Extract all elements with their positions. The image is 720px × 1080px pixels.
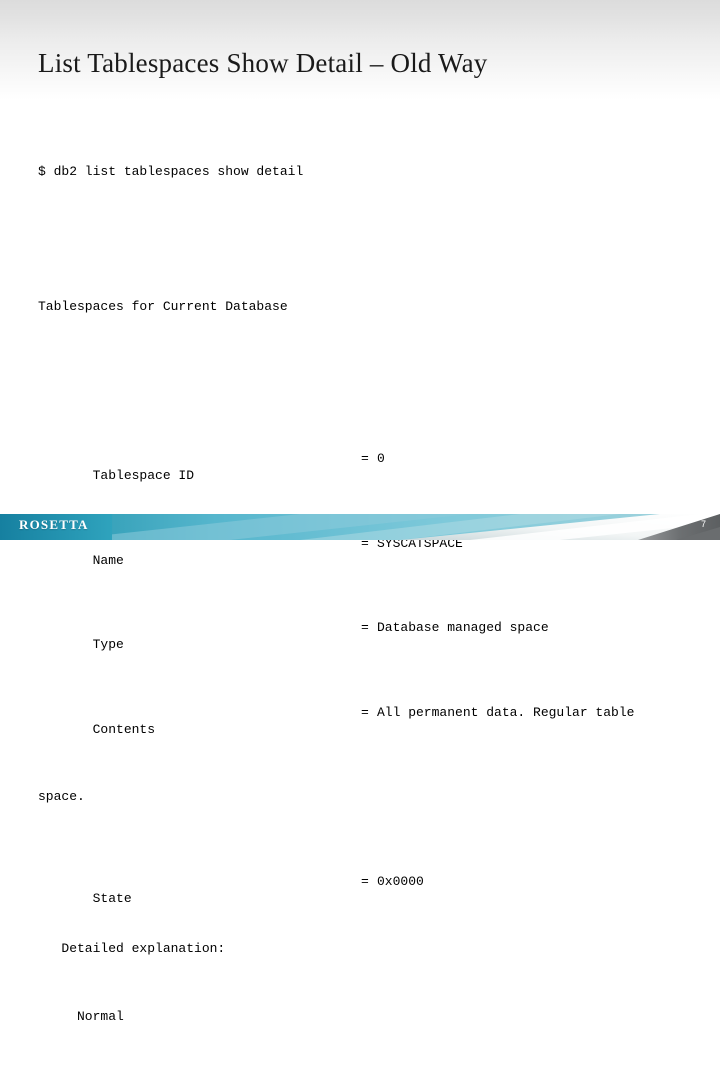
row-equals: =	[361, 620, 369, 636]
console-blank-line-2	[38, 367, 710, 384]
command-line: $ db2 list tablespaces show detail	[38, 163, 304, 179]
console-blank-line-1	[38, 231, 710, 248]
row-key: State	[84, 890, 132, 906]
detailed-explanation-value: Normal	[38, 1008, 124, 1024]
row-equals: =	[361, 873, 369, 889]
page-title: List Tablespaces Show Detail – Old Way	[38, 48, 488, 78]
row-key: Tablespace ID	[84, 468, 195, 483]
detailed-explanation-label: Detailed explanation:	[38, 941, 226, 957]
table-row: Contents = All permanent data. Regular t…	[38, 704, 710, 737]
row-equals: =	[361, 451, 369, 467]
slide-footer: ROSETTA 7	[0, 509, 720, 540]
console-banner: Tablespaces for Current Database	[38, 298, 288, 314]
row-value: All permanent data. Regular table	[377, 704, 635, 720]
row-value-wrap: space.	[38, 789, 85, 805]
table-row: State = 0x0000	[38, 873, 710, 906]
console-output-block: $ db2 list tablespaces show detail Table…	[38, 113, 710, 1080]
rosetta-logo: ROSETTA	[19, 517, 89, 532]
table-row: Type = Database managed space	[38, 620, 710, 652]
table-row: Tablespace ID = 0	[38, 451, 710, 483]
row-value: 0	[377, 451, 385, 467]
slide-canvas: List Tablespaces Show Detail – Old Way $…	[0, 0, 720, 1024]
page-number: 7	[700, 519, 706, 529]
row-key: Name	[84, 552, 124, 568]
row-key: Type	[84, 637, 124, 653]
row-value: 0x0000	[377, 873, 424, 889]
row-key: Contents	[84, 721, 156, 737]
row-equals: =	[361, 704, 369, 720]
row-value: Database managed space	[377, 620, 549, 636]
footer-graphic	[0, 509, 720, 540]
